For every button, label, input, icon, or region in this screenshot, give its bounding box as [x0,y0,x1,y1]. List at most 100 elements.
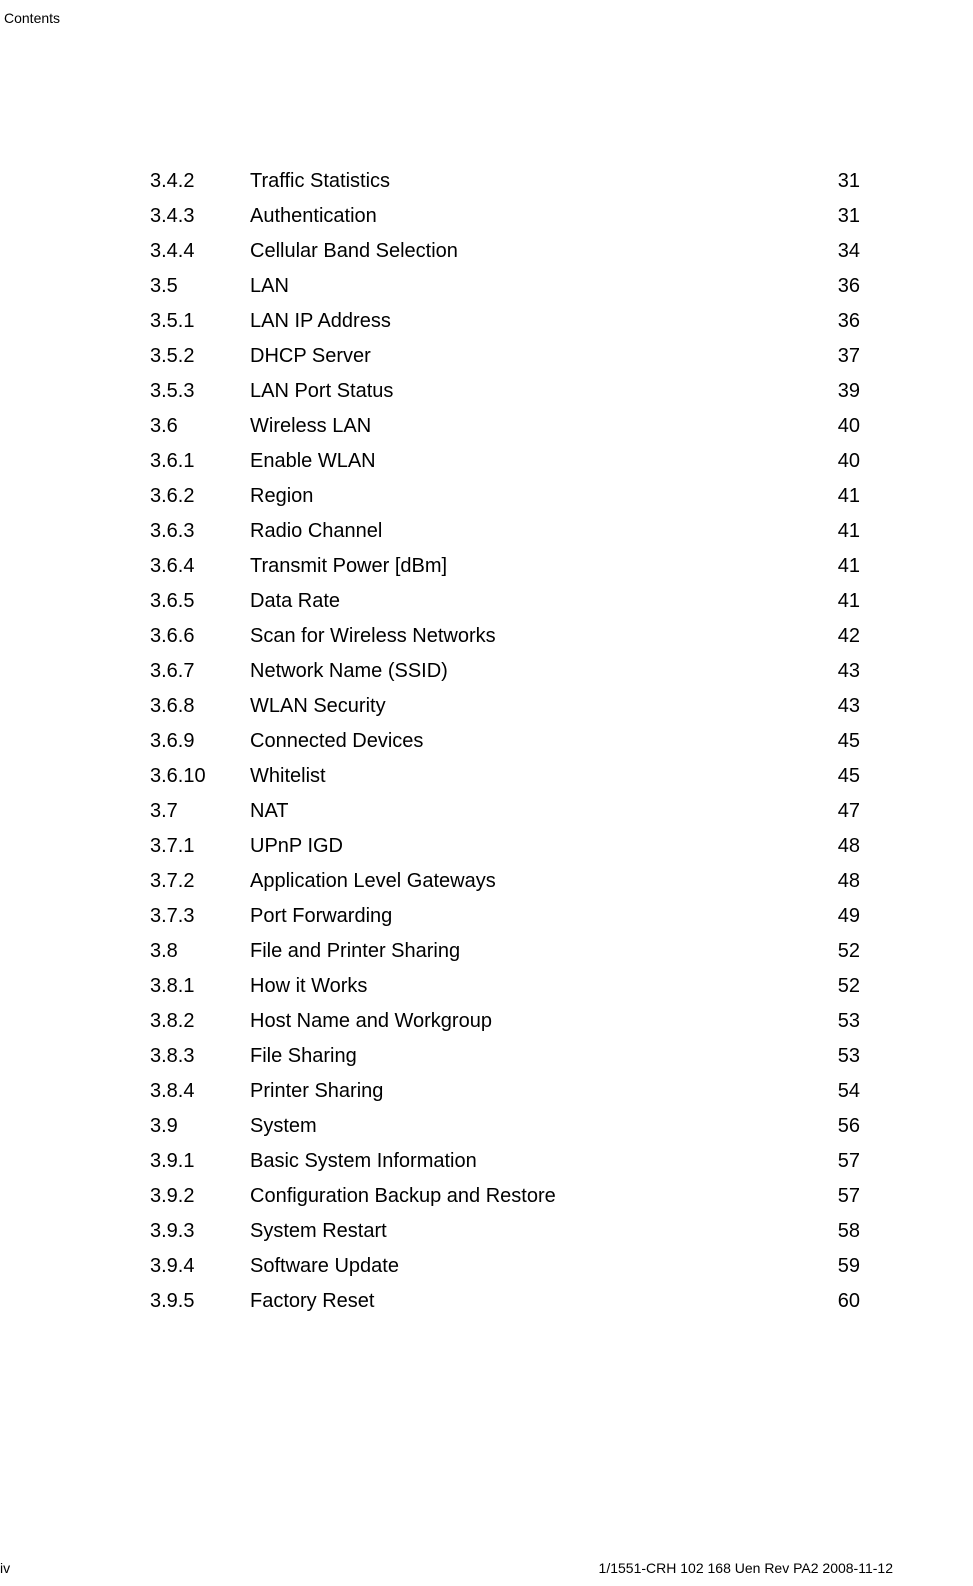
toc-section-title: Network Name (SSID) [250,654,820,689]
toc-row: 3.9.2Configuration Backup and Restore57 [150,1179,860,1214]
toc-row: 3.6.9Connected Devices45 [150,724,860,759]
toc-section-number: 3.4.3 [150,199,250,234]
toc-page-number: 37 [820,339,860,374]
toc-row: 3.6.4Transmit Power [dBm]41 [150,549,860,584]
toc-page-number: 48 [820,864,860,899]
toc-section-title: Whitelist [250,759,820,794]
toc-section-number: 3.7 [150,794,250,829]
toc-page-number: 41 [820,479,860,514]
toc-row: 3.6.5Data Rate41 [150,584,860,619]
toc-page-number: 40 [820,444,860,479]
toc-page-number: 34 [820,234,860,269]
toc-section-title: Printer Sharing [250,1074,820,1109]
toc-page-number: 52 [820,969,860,1004]
toc-section-title: Region [250,479,820,514]
toc-section-title: File Sharing [250,1039,820,1074]
toc-page-number: 41 [820,514,860,549]
toc-section-number: 3.6.10 [150,759,250,794]
document-id: 1/1551-CRH 102 168 Uen Rev PA2 2008-11-1… [599,1560,893,1576]
toc-row: 3.4.4Cellular Band Selection34 [150,234,860,269]
toc-row: 3.6Wireless LAN40 [150,409,860,444]
toc-page-number: 57 [820,1144,860,1179]
toc-row: 3.9.4Software Update59 [150,1249,860,1284]
toc-section-number: 3.6.5 [150,584,250,619]
toc-page-number: 57 [820,1179,860,1214]
toc-page-number: 41 [820,584,860,619]
toc-section-number: 3.9.2 [150,1179,250,1214]
toc-row: 3.8.2Host Name and Workgroup53 [150,1004,860,1039]
toc-row: 3.5.1LAN IP Address36 [150,304,860,339]
toc-page-number: 47 [820,794,860,829]
toc-page-number: 58 [820,1214,860,1249]
toc-row: 3.9.3System Restart58 [150,1214,860,1249]
toc-row: 3.6.1Enable WLAN40 [150,444,860,479]
toc-page-number: 54 [820,1074,860,1109]
contents-header: Contents [4,10,60,26]
toc-section-number: 3.6.2 [150,479,250,514]
toc-section-number: 3.9.5 [150,1284,250,1319]
toc-page-number: 48 [820,829,860,864]
toc-section-title: Transmit Power [dBm] [250,549,820,584]
toc-row: 3.5.2DHCP Server37 [150,339,860,374]
toc-section-number: 3.6.7 [150,654,250,689]
toc-section-number: 3.8.2 [150,1004,250,1039]
toc-section-title: DHCP Server [250,339,820,374]
toc-section-number: 3.6 [150,409,250,444]
toc-section-title: Radio Channel [250,514,820,549]
toc-section-number: 3.5.2 [150,339,250,374]
toc-page-number: 40 [820,409,860,444]
toc-section-number: 3.4.2 [150,164,250,199]
toc-section-number: 3.5 [150,269,250,304]
toc-row: 3.7.3Port Forwarding49 [150,899,860,934]
toc-section-title: NAT [250,794,820,829]
toc-row: 3.6.3Radio Channel41 [150,514,860,549]
toc-page-number: 41 [820,549,860,584]
toc-section-title: How it Works [250,969,820,1004]
toc-section-title: Enable WLAN [250,444,820,479]
toc-row: 3.4.3Authentication31 [150,199,860,234]
toc-row: 3.6.8WLAN Security43 [150,689,860,724]
toc-row: 3.6.6Scan for Wireless Networks42 [150,619,860,654]
toc-page-number: 36 [820,269,860,304]
toc-section-number: 3.8.1 [150,969,250,1004]
toc-page-number: 53 [820,1004,860,1039]
toc-section-number: 3.6.4 [150,549,250,584]
toc-section-number: 3.7.2 [150,864,250,899]
toc-page-number: 31 [820,199,860,234]
toc-section-title: Traffic Statistics [250,164,820,199]
toc-row: 3.9System56 [150,1109,860,1144]
toc-page-number: 31 [820,164,860,199]
toc-section-title: System Restart [250,1214,820,1249]
toc-page-number: 52 [820,934,860,969]
toc-row: 3.8.1How it Works52 [150,969,860,1004]
toc-section-number: 3.7.3 [150,899,250,934]
toc-section-title: Connected Devices [250,724,820,759]
toc-section-number: 3.8 [150,934,250,969]
toc-page-number: 56 [820,1109,860,1144]
toc-section-number: 3.9.3 [150,1214,250,1249]
toc-section-number: 3.6.1 [150,444,250,479]
toc-section-title: Authentication [250,199,820,234]
toc-page-number: 36 [820,304,860,339]
toc-section-number: 3.9.4 [150,1249,250,1284]
toc-section-number: 3.6.9 [150,724,250,759]
toc-section-title: Data Rate [250,584,820,619]
toc-row: 3.8.3File Sharing53 [150,1039,860,1074]
toc-row: 3.4.2Traffic Statistics31 [150,164,860,199]
toc-section-title: Configuration Backup and Restore [250,1179,820,1214]
toc-section-title: System [250,1109,820,1144]
toc-section-number: 3.9.1 [150,1144,250,1179]
toc-row: 3.7.2Application Level Gateways48 [150,864,860,899]
toc-section-title: WLAN Security [250,689,820,724]
toc-page-number: 49 [820,899,860,934]
toc-section-title: LAN Port Status [250,374,820,409]
toc-page-number: 42 [820,619,860,654]
toc-row: 3.5.3LAN Port Status39 [150,374,860,409]
toc-section-title: Port Forwarding [250,899,820,934]
toc-list: 3.4.2Traffic Statistics313.4.3Authentica… [150,164,860,1319]
toc-section-title: LAN [250,269,820,304]
toc-section-number: 3.6.6 [150,619,250,654]
toc-section-title: Host Name and Workgroup [250,1004,820,1039]
toc-section-title: Scan for Wireless Networks [250,619,820,654]
toc-section-title: Application Level Gateways [250,864,820,899]
